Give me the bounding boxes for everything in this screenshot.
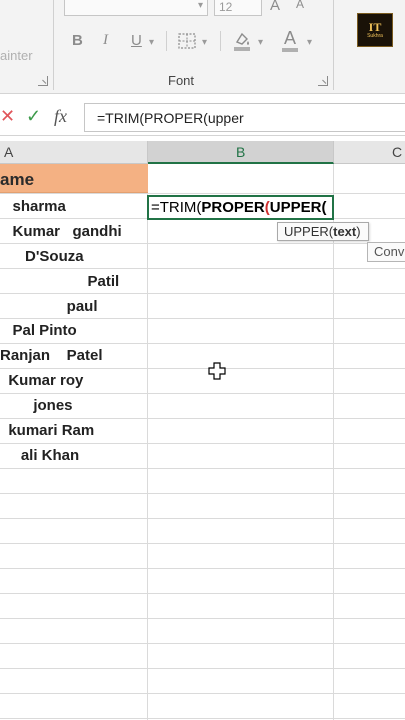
- shrink-font-button[interactable]: A: [296, 0, 304, 11]
- borders-icon[interactable]: [178, 33, 196, 49]
- clipboard-launcher-icon[interactable]: [38, 76, 48, 86]
- header-cell-name[interactable]: ame: [0, 164, 148, 193]
- list-item[interactable]: Ranjan Patel: [0, 347, 148, 371]
- formula-input[interactable]: =TRIM(PROPER(upper: [84, 103, 405, 132]
- list-item[interactable]: D'Souza: [0, 248, 148, 272]
- font-dialog-launcher-icon[interactable]: [318, 76, 328, 86]
- underline-button[interactable]: U: [131, 32, 142, 49]
- ribbon-separator: [53, 0, 54, 90]
- logo-subtitle: Sukhra: [367, 33, 383, 39]
- list-item[interactable]: kumari Ram: [0, 422, 148, 446]
- list-item[interactable]: Kumar roy: [0, 372, 148, 396]
- list-item[interactable]: Patil: [0, 273, 148, 297]
- list-item[interactable]: sharma: [0, 198, 148, 222]
- chevron-down-icon[interactable]: ▾: [258, 37, 263, 48]
- logo-title: IT: [368, 20, 382, 34]
- list-item[interactable]: paul: [0, 298, 148, 322]
- font-size-value: 12: [219, 0, 233, 14]
- ribbon-separator: [333, 0, 334, 90]
- autocomplete-suggestion[interactable]: Conv: [367, 242, 405, 262]
- font-color-swatch: [282, 48, 298, 52]
- cancel-icon[interactable]: ✕: [0, 106, 15, 127]
- grow-font-button[interactable]: A: [270, 0, 280, 14]
- chevron-down-icon[interactable]: ▾: [202, 37, 207, 48]
- chevron-down-icon[interactable]: ▾: [307, 37, 312, 48]
- insert-function-icon[interactable]: fx: [54, 106, 67, 127]
- ribbon: ainter ▾ 12 A A B I U ▾ ▾ ▾ A ▾ Font IT …: [0, 0, 405, 94]
- list-item[interactable]: jones: [0, 397, 148, 421]
- chevron-down-icon[interactable]: ▾: [149, 37, 154, 48]
- font-size-select[interactable]: 12: [214, 0, 262, 16]
- channel-logo: IT Sukhra: [357, 13, 393, 47]
- ribbon-separator: [166, 31, 167, 51]
- italic-button[interactable]: I: [103, 32, 108, 49]
- ribbon-separator: [220, 31, 221, 51]
- font-name-select[interactable]: [64, 0, 208, 16]
- enter-check-icon[interactable]: ✓: [26, 106, 41, 127]
- column-header-c[interactable]: C: [334, 141, 405, 164]
- cell-select-cursor-icon: [208, 362, 226, 380]
- active-cell-b2[interactable]: =TRIM(PROPER(UPPER(: [147, 195, 334, 220]
- column-header-a[interactable]: A: [0, 141, 148, 164]
- font-color-button[interactable]: A: [284, 28, 296, 49]
- function-tooltip[interactable]: UPPER(text): [277, 222, 369, 241]
- chevron-down-icon[interactable]: ▾: [198, 0, 203, 11]
- list-item[interactable]: Pal Pinto: [0, 322, 148, 346]
- format-painter-label[interactable]: ainter: [0, 48, 33, 63]
- list-item[interactable]: ali Khan: [0, 447, 148, 471]
- fill-color-icon[interactable]: [232, 30, 252, 52]
- bold-button[interactable]: B: [72, 32, 83, 49]
- list-item[interactable]: Kumar gandhi: [0, 223, 148, 247]
- column-header-b[interactable]: B: [148, 141, 334, 164]
- font-group-label: Font: [168, 73, 195, 88]
